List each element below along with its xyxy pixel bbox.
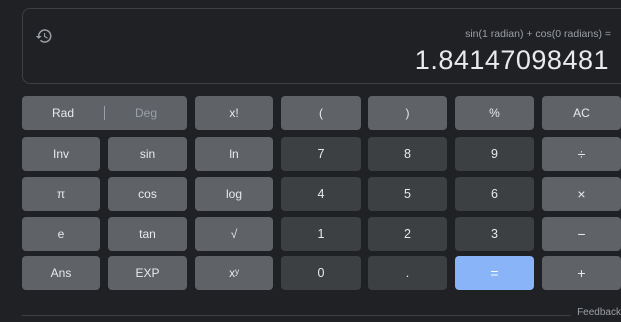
digit-1-button[interactable]: 1 (281, 217, 361, 251)
pi-button[interactable]: π (22, 177, 100, 211)
plus-button[interactable]: + (542, 256, 621, 290)
percent-button[interactable]: % (455, 96, 534, 130)
answer-button[interactable]: Ans (22, 256, 100, 290)
minus-button[interactable]: − (542, 217, 621, 251)
rad-button[interactable]: Rad (22, 106, 104, 120)
result-text: 1.84147098481 (414, 45, 609, 75)
digit-5-button[interactable]: 5 (368, 177, 447, 211)
footer-divider (22, 315, 571, 316)
feedback-link[interactable]: Feedback (577, 307, 621, 318)
inverse-button[interactable]: Inv (22, 137, 100, 171)
digit-9-button[interactable]: 9 (455, 137, 534, 171)
digit-2-button[interactable]: 2 (368, 217, 447, 251)
equals-button[interactable]: = (455, 256, 534, 290)
exp-button[interactable]: EXP (108, 256, 187, 290)
power-button[interactable]: xʸ (195, 256, 273, 290)
digit-0-button[interactable]: 0 (281, 256, 361, 290)
left-paren-button[interactable]: ( (281, 96, 361, 130)
digit-8-button[interactable]: 8 (368, 137, 447, 171)
calculator-display: sin(1 radian) + cos(0 radians) = 1.84147… (22, 8, 621, 84)
log-button[interactable]: log (195, 177, 273, 211)
sin-button[interactable]: sin (108, 137, 187, 171)
digit-6-button[interactable]: 6 (455, 177, 534, 211)
all-clear-button[interactable]: AC (542, 96, 621, 130)
history-icon[interactable] (35, 27, 53, 45)
digit-7-button[interactable]: 7 (281, 137, 361, 171)
digit-4-button[interactable]: 4 (281, 177, 361, 211)
decimal-point-button[interactable]: . (368, 256, 447, 290)
factorial-button[interactable]: x! (195, 96, 273, 130)
calculator: sin(1 radian) + cos(0 radians) = 1.84147… (0, 0, 621, 322)
expression-text: sin(1 radian) + cos(0 radians) = (465, 28, 611, 40)
tan-button[interactable]: tan (108, 217, 187, 251)
multiply-button[interactable]: × (542, 177, 621, 211)
divide-button[interactable]: ÷ (542, 137, 621, 171)
deg-button[interactable]: Deg (105, 106, 187, 120)
sqrt-button[interactable]: √ (195, 217, 273, 251)
digit-3-button[interactable]: 3 (455, 217, 534, 251)
right-paren-button[interactable]: ) (368, 96, 447, 130)
cos-button[interactable]: cos (108, 177, 187, 211)
angle-mode-toggle: Rad Deg (22, 96, 187, 130)
euler-button[interactable]: e (22, 217, 100, 251)
ln-button[interactable]: ln (195, 137, 273, 171)
